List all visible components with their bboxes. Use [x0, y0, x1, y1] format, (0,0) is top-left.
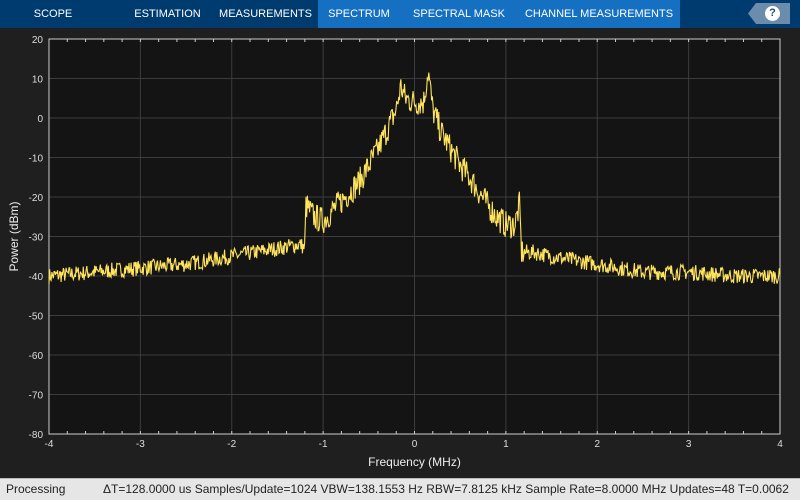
toolstrip-tabs: SCOPE ESTIMATION MEASUREMENTS SPECTRUM SPECT…	[0, 0, 800, 28]
y-tick-label: 0	[37, 114, 43, 125]
y-tick-label: -80	[29, 430, 44, 441]
x-tick-label: 0	[412, 439, 418, 450]
help-icon: ?	[765, 6, 780, 21]
tab-channel-measurements[interactable]: CHANNEL MEASUREMENTS	[518, 0, 680, 28]
spectrum-plot: -4 -3 -2 -1 0 1 2 3 420100-10-20-30-40-50-60-70-…	[7, 35, 783, 469]
x-tick-label: 3	[686, 439, 692, 450]
tab-estimation[interactable]: ESTIMATION	[122, 0, 213, 28]
y-tick-label: -40	[29, 272, 44, 283]
tab-measurements[interactable]: MEASUREMENTS	[213, 0, 318, 28]
y-axis-label: Power (dBm)	[7, 201, 21, 271]
tab-spectrum[interactable]: SPECTRUM	[318, 0, 400, 28]
tab-scope[interactable]: SCOPE	[18, 0, 88, 28]
status-state: Processing	[6, 482, 66, 496]
y-tick-label: -60	[29, 351, 44, 362]
status-bar: Processing ΔT=128.0000 us Samples/Update…	[0, 478, 800, 500]
y-tick-label: -30	[29, 233, 44, 244]
help-button[interactable]: ?	[748, 3, 790, 24]
x-tick-label: -3	[136, 439, 145, 450]
tab-spectral-mask[interactable]: SPECTRAL MASK	[400, 0, 518, 28]
x-tick-label: -2	[227, 439, 236, 450]
status-info: ΔT=128.0000 us Samples/Update=1024 VBW=1…	[103, 482, 789, 496]
x-tick-label: 4	[777, 439, 783, 450]
y-tick-label: -70	[29, 391, 44, 402]
x-tick-label: -4	[45, 439, 54, 450]
y-tick-label: -50	[29, 312, 44, 323]
y-tick-label: 20	[32, 35, 44, 46]
y-tick-label: -10	[29, 154, 44, 165]
x-axis-label: Frequency (MHz)	[368, 455, 461, 469]
x-tick-label: 2	[594, 439, 600, 450]
x-tick-label: 1	[503, 439, 509, 450]
x-tick-label: -1	[319, 439, 328, 450]
y-tick-label: 10	[32, 75, 44, 86]
y-tick-label: -20	[29, 193, 44, 204]
